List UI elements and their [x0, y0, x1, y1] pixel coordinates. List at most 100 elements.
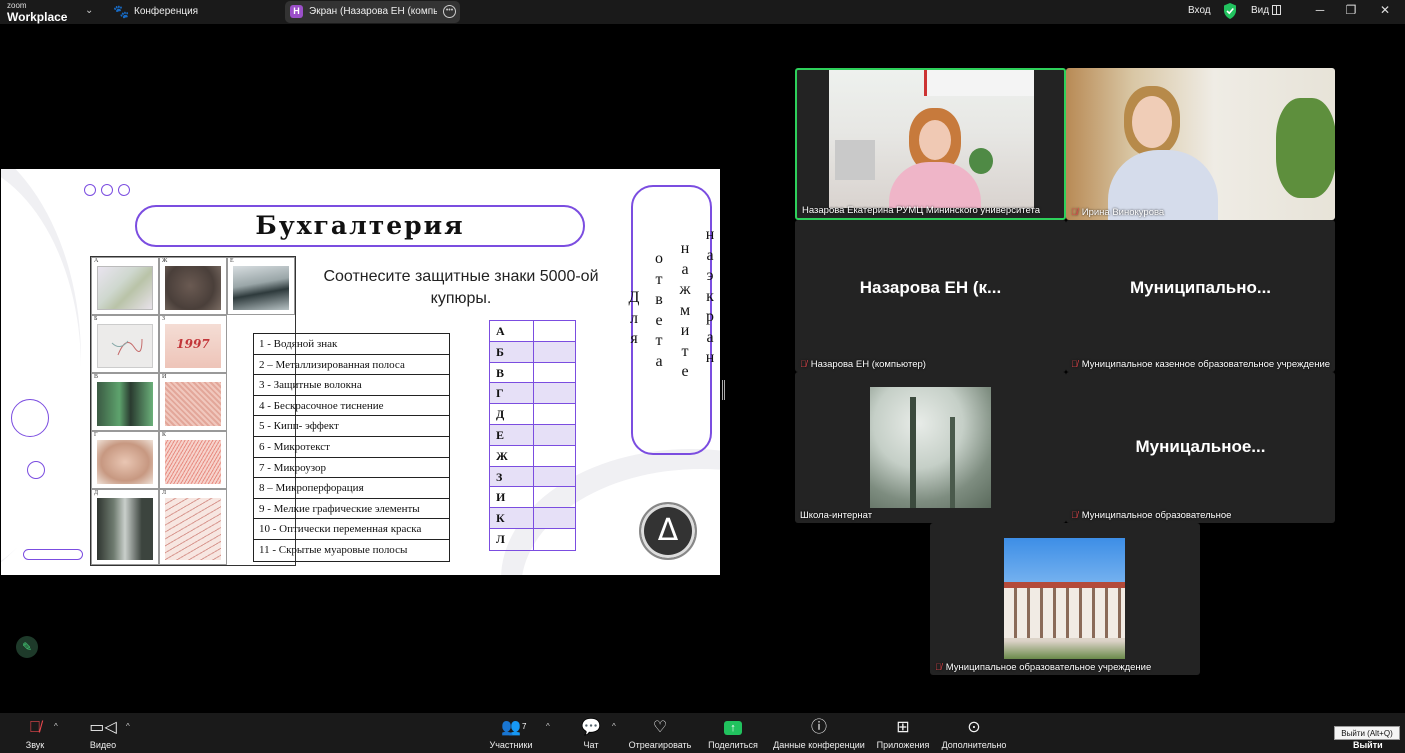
answer-cell[interactable]	[534, 342, 575, 362]
tree-trunk-decor	[910, 397, 916, 508]
apps-button[interactable]: ⊞ Приложения	[874, 713, 932, 750]
share-tab-title: Экран (Назарова ЕН (компьютер	[309, 6, 437, 17]
participants-options-caret-icon[interactable]: ^	[546, 722, 550, 731]
participant-name-label: 🎙̸ Муниципальное образовательное	[1071, 510, 1231, 521]
participants-button[interactable]: 👥 Участники	[486, 713, 536, 750]
printer-decor	[835, 140, 875, 180]
chevron-down-icon[interactable]: ⌄	[85, 5, 93, 16]
more-button[interactable]: ⊙ Дополнительно	[938, 713, 1010, 750]
answer-cell[interactable]	[534, 508, 575, 528]
video-tile[interactable]: Назарова ЕН (к... 🎙̸ Назарова ЕН (компьют…	[795, 220, 1066, 372]
table-row[interactable]: К	[490, 508, 575, 529]
banner-decor	[924, 70, 1034, 96]
sign-in-button[interactable]: Вход	[1188, 5, 1211, 16]
table-row[interactable]: В	[490, 362, 575, 384]
slide-title-box: Бухгалтерия	[135, 205, 585, 247]
video-tile[interactable]: Муницальное... 🎙̸ Муниципальное образоват…	[1066, 372, 1335, 523]
table-row[interactable]: А	[490, 321, 575, 342]
video-tile-active-speaker[interactable]: Назарова Екатерина РУМЦ Мининского униве…	[795, 68, 1066, 220]
answer-cell[interactable]	[534, 487, 575, 507]
microtext-1997-image: 1997	[165, 324, 221, 368]
participant-name-label: 🎙̸ Муниципальное образовательное учрежден…	[935, 662, 1151, 673]
meeting-title[interactable]: Конференция	[134, 6, 198, 17]
meeting-info-button[interactable]: ⓘ Данные конференции	[772, 713, 866, 750]
view-layout-icon[interactable]	[1272, 5, 1281, 15]
roof-decor	[1004, 582, 1125, 588]
table-row[interactable]: И	[490, 487, 575, 509]
share-screen-button[interactable]: ↑ Поделиться	[704, 713, 762, 750]
title-bar: zoom Workplace ⌄ 🐾 Конференция Н Экран (…	[0, 0, 1405, 24]
participant-name: Муниципальное образовательное	[1081, 510, 1232, 521]
table-row[interactable]: Л	[490, 528, 575, 550]
video-options-caret-icon[interactable]: ^	[126, 722, 130, 731]
image-cell-zh: Ж	[159, 257, 227, 315]
leave-button[interactable]: Выйти	[1353, 740, 1383, 750]
mic-off-icon: 🎙̸	[1071, 510, 1078, 520]
participant-video	[829, 70, 1034, 208]
view-button[interactable]: Вид	[1251, 5, 1269, 16]
vertical-instruction-box[interactable]: Для ответа нажмите наэкран	[629, 185, 714, 455]
react-label: Отреагировать	[628, 740, 692, 750]
close-button[interactable]: ✕	[1377, 3, 1393, 17]
participants-icon: 👥	[501, 719, 521, 736]
info-icon: ⓘ	[810, 719, 827, 736]
shared-screen-slide[interactable]: Бухгалтерия Соотнесите защитные знаки 50…	[1, 169, 720, 575]
minimize-button[interactable]: ─	[1312, 3, 1328, 17]
image-cell-e: Е	[227, 257, 295, 315]
chat-button[interactable]: 💬 Чат	[578, 713, 604, 750]
answer-cell[interactable]	[534, 446, 575, 466]
audio-options-caret-icon[interactable]: ^	[54, 722, 58, 731]
list-item: 9 - Мелкие графические элементы	[254, 499, 449, 520]
share-label: Поделиться	[708, 740, 758, 750]
table-row[interactable]: Б	[490, 341, 575, 363]
answer-cell[interactable]	[534, 363, 575, 383]
answer-table[interactable]: А Б В Г Д Е Ж З И К Л	[489, 320, 576, 551]
restore-button[interactable]: ❐	[1343, 3, 1359, 17]
video-tile[interactable]: Школа-интернат	[795, 372, 1066, 523]
sharer-avatar: Н	[290, 5, 303, 18]
share-arrow-icon: ↑	[704, 713, 762, 737]
list-item: 7 - Микроузор	[254, 458, 449, 479]
shield-icon[interactable]	[1223, 3, 1237, 19]
mic-off-icon: 🎙̸	[1071, 359, 1078, 369]
audio-button[interactable]: 🎙̸ Звук	[18, 713, 52, 750]
table-row[interactable]: Г	[490, 383, 575, 405]
mic-off-icon: 🎙̸	[1071, 207, 1078, 217]
answer-cell[interactable]	[534, 404, 575, 424]
graphic-elements-image	[165, 440, 221, 484]
answer-cell[interactable]	[534, 467, 575, 487]
split-resize-handle[interactable]	[722, 380, 725, 400]
list-item: 11 - Скрытые муаровые полосы	[259, 543, 408, 556]
delta-logo: Δ	[639, 502, 697, 560]
answer-letter: З	[490, 466, 534, 487]
answer-cell[interactable]	[534, 321, 575, 341]
image-letter: Л	[162, 490, 167, 496]
table-row[interactable]: Ж	[490, 445, 575, 467]
list-item: 1 - Водяной знак	[254, 334, 449, 355]
table-row[interactable]: Д	[490, 404, 575, 425]
watermark-image	[97, 266, 153, 310]
answer-letter: Г	[490, 383, 534, 404]
video-tile[interactable]: Муниципально... 🎙̸ Муниципальное казенное…	[1066, 220, 1335, 372]
vertical-word: нажмите	[679, 240, 691, 380]
answer-cell[interactable]	[534, 529, 575, 550]
answer-cell[interactable]	[534, 425, 575, 445]
react-button[interactable]: ♡ Отреагировать	[628, 713, 692, 750]
chat-options-caret-icon[interactable]: ^	[612, 722, 616, 731]
image-cell-k: К	[159, 431, 227, 489]
video-tile[interactable]: 🎙̸ Муниципальное образовательное учрежден…	[930, 523, 1200, 675]
image-1997-text: 1997	[176, 337, 210, 351]
table-row[interactable]: Е	[490, 424, 575, 446]
video-button[interactable]: ▭◁ Видео	[86, 713, 120, 750]
video-tile[interactable]: 🎙̸ Ирина Винокурова	[1066, 68, 1335, 220]
annotate-pen-icon[interactable]: ✎	[16, 636, 38, 658]
video-label: Видео	[89, 740, 117, 750]
answer-cell[interactable]	[534, 383, 575, 403]
screen-share-tab[interactable]: Н Экран (Назарова ЕН (компьютер •••	[285, 1, 460, 23]
participant-name-label: 🎙̸ Муниципальное казенное образовательное…	[1071, 359, 1330, 370]
answer-letter: В	[490, 362, 534, 383]
table-row[interactable]: З	[490, 466, 575, 488]
mic-off-icon: 🎙̸	[935, 662, 942, 672]
more-options-icon[interactable]: •••	[443, 5, 456, 18]
micropattern-image	[165, 382, 221, 426]
